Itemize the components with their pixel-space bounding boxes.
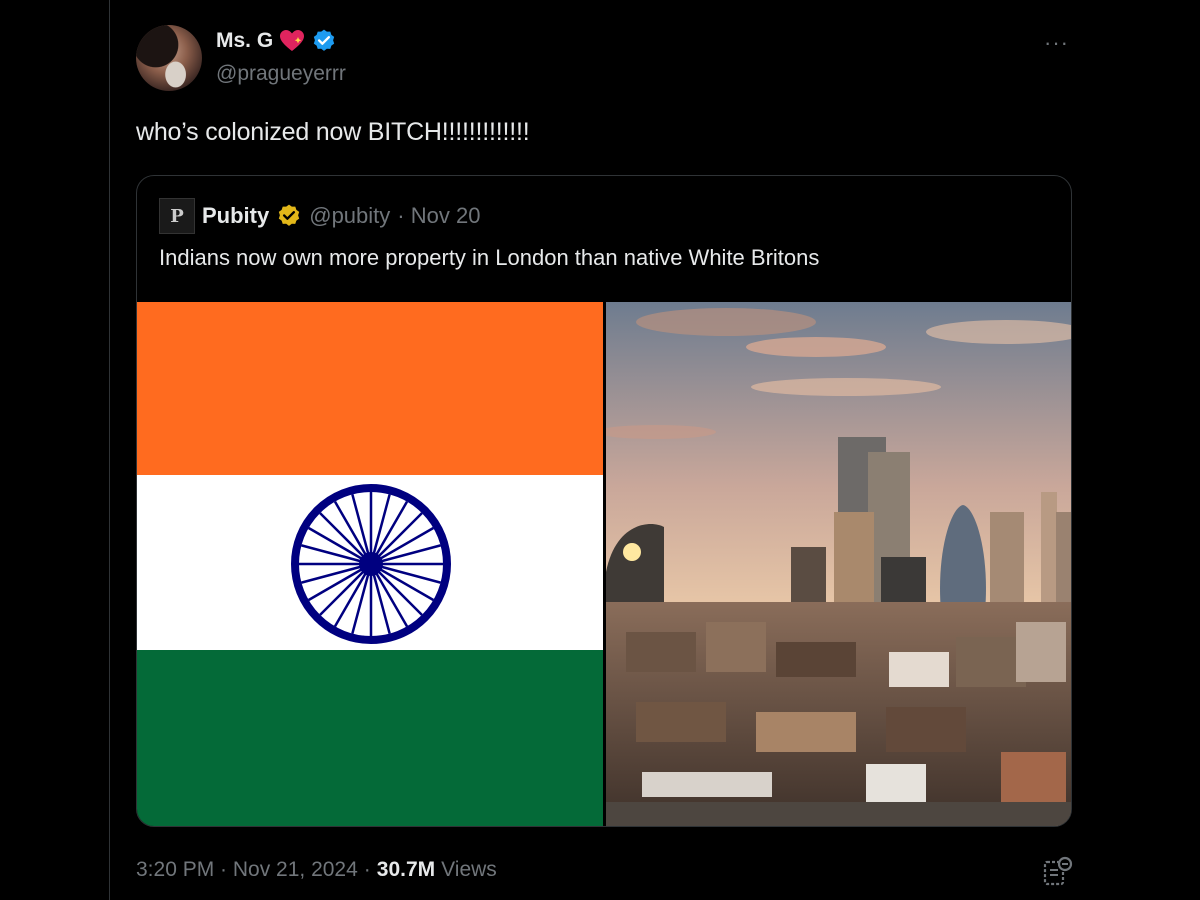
author-name-row: Ms. G	[216, 28, 337, 54]
ashoka-chakra-icon	[291, 484, 451, 644]
more-options-icon[interactable]: ···	[1044, 30, 1069, 56]
london-skyline-photo[interactable]	[606, 302, 1071, 826]
verified-icon[interactable]	[311, 28, 337, 54]
quoted-tweet-header: P Pubity @pubity · Nov 20	[159, 198, 480, 234]
timeline-border	[109, 0, 110, 900]
pubity-avatar[interactable]: P	[159, 198, 195, 234]
author-display-name[interactable]: Ms. G	[216, 29, 273, 53]
tweet-timestamp[interactable]: 3:20 PM · Nov 21, 2024	[136, 858, 358, 882]
avatar[interactable]	[136, 25, 202, 91]
author-handle[interactable]: @pragueyerrr	[216, 62, 346, 86]
footer-separator: ·	[363, 858, 371, 881]
quoted-media[interactable]	[137, 302, 1071, 826]
sparkling-heart-icon	[280, 30, 305, 51]
pubity-logo-letter: P	[170, 205, 184, 227]
views-label: Views	[441, 858, 497, 881]
views-count: 30.7M	[376, 858, 436, 881]
flag-green-band	[137, 650, 603, 826]
gold-verified-icon	[279, 204, 300, 226]
quoted-tweet-text: Indians now own more property in London …	[159, 245, 820, 270]
india-flag-image[interactable]	[137, 302, 603, 826]
post-analytics-icon[interactable]	[1040, 855, 1074, 889]
flag-saffron-band	[137, 302, 603, 475]
quoted-author-handle: @pubity	[309, 203, 391, 228]
quoted-author-name: Pubity	[202, 203, 270, 228]
tweet-footer: 3:20 PM · Nov 21, 2024 · 30.7M Views	[136, 858, 497, 882]
tweet-text: who’s colonized now BITCH!!!!!!!!!!!!!	[136, 118, 530, 146]
quoted-tweet-card[interactable]: P Pubity @pubity · Nov 20 Indians now ow…	[136, 175, 1072, 827]
quoted-date: · Nov 20	[397, 203, 481, 228]
